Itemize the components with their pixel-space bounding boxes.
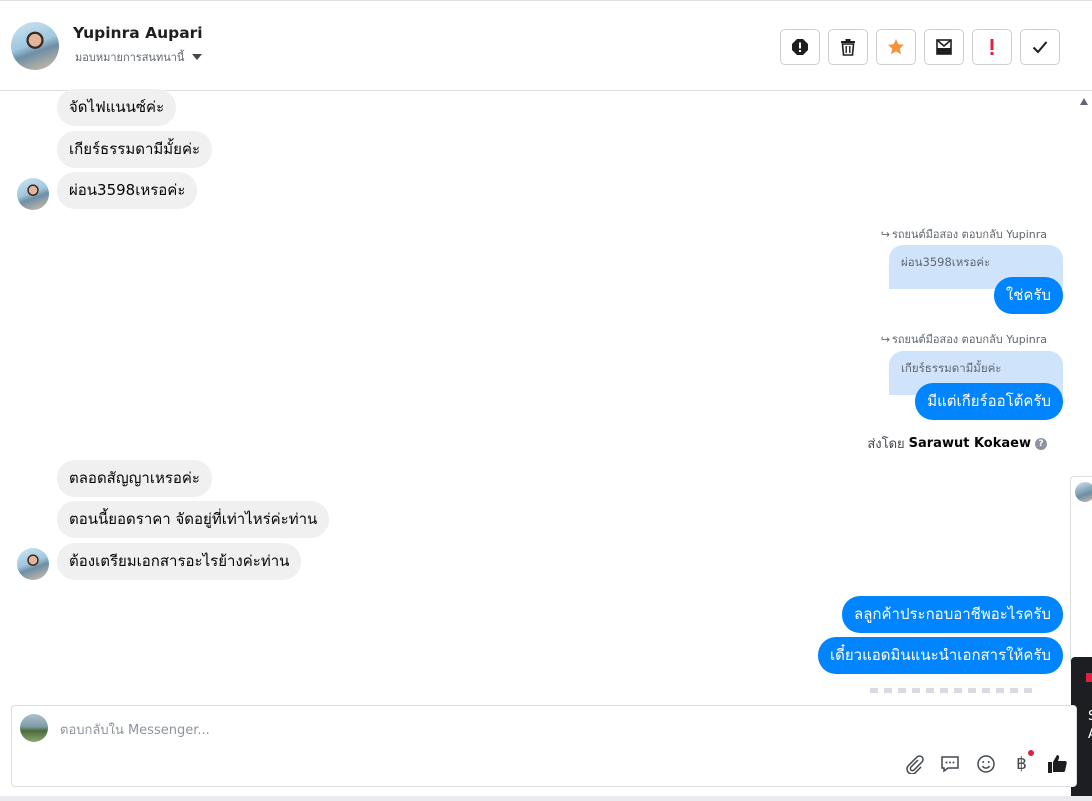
emoji-button[interactable] xyxy=(974,752,997,775)
paperclip-icon xyxy=(905,754,924,774)
contact-avatar-small[interactable] xyxy=(17,178,49,210)
help-icon[interactable]: ? xyxy=(1035,437,1047,450)
attach-button[interactable] xyxy=(902,752,925,775)
contact-name[interactable]: Yupinra Aupari xyxy=(73,24,203,42)
conversation-actions xyxy=(780,29,1060,65)
composer-tools: ฿ xyxy=(902,749,1069,775)
caret-down-icon xyxy=(192,54,203,60)
trash-icon xyxy=(841,39,855,56)
popup-text-line1: S xyxy=(1088,709,1092,724)
thumbs-up-icon xyxy=(1047,754,1067,773)
scroll-up-arrow[interactable] xyxy=(1080,98,1088,105)
incoming-message: จัดไฟแนนซ์ค่ะ xyxy=(57,89,177,126)
bottom-border xyxy=(0,796,1092,801)
cut-off-meta xyxy=(870,688,1035,693)
sender-name[interactable]: Sarawut Kokaew xyxy=(909,436,1031,451)
delete-button[interactable] xyxy=(828,29,868,65)
outgoing-message: ลลูกค้าประกอบอาชีพอะไรครับ xyxy=(842,596,1063,633)
chat-bubble-icon xyxy=(940,755,959,772)
page-avatar xyxy=(20,714,48,742)
incoming-message: ตลอดสัญญาเหรอค่ะ xyxy=(57,460,212,497)
outgoing-message: มีแต่เกียร์ออโต้ครับ xyxy=(915,383,1063,420)
reply-arrow-icon: ↪ xyxy=(880,332,890,346)
incoming-message: ตอนนี้ยอดราคา จัดอยู่ที่เท่าไหร่ค่ะท่าน xyxy=(57,501,330,538)
incoming-message: เกียร์ธรรมดามีมั้ยค่ะ xyxy=(57,131,213,168)
sent-by-line: ส่งโดย Sarawut Kokaew ? xyxy=(867,433,1047,454)
incoming-message: ผ่อน3598เหรอค่ะ xyxy=(57,172,198,209)
mark-spam-button[interactable] xyxy=(780,29,820,65)
outgoing-message: ใช่ครับ xyxy=(993,277,1063,314)
reply-meta: ↪ รถยนต์มือสอง ตอบกลับ Yupinra xyxy=(881,225,1047,243)
flag-icon xyxy=(1086,673,1092,682)
reply-arrow-icon: ↪ xyxy=(880,227,890,241)
star-button[interactable] xyxy=(876,29,916,65)
star-icon xyxy=(888,39,904,55)
smiley-icon xyxy=(976,754,995,773)
like-button[interactable] xyxy=(1046,752,1069,775)
contact-avatar[interactable] xyxy=(11,22,59,70)
assign-conversation-dropdown[interactable]: มอบหมายการสนทนานี้ xyxy=(75,48,203,66)
message-composer: ฿ xyxy=(11,705,1077,787)
conversation-header: Yupinra Aupari มอบหมายการสนทนานี้ xyxy=(0,0,1092,91)
side-panel-avatar[interactable] xyxy=(1075,482,1092,502)
notification-dot xyxy=(1027,749,1035,757)
contact-avatar-small[interactable] xyxy=(17,548,49,580)
reply-input[interactable] xyxy=(60,720,880,740)
check-icon xyxy=(1032,41,1048,54)
side-panel-card[interactable] xyxy=(1070,476,1092,666)
reply-meta-text: รถยนต์มือสอง ตอบกลับ Yupinra xyxy=(891,228,1047,241)
payment-button[interactable]: ฿ xyxy=(1010,749,1035,775)
outgoing-message: เดี๋ยวแอดมินแนะนำเอกสารให้ครับ xyxy=(818,637,1063,674)
reply-meta: ↪ รถยนต์มือสอง ตอบกลับ Yupinra xyxy=(881,330,1047,348)
popup-text-line2: A xyxy=(1088,727,1092,742)
sent-by-prefix: ส่งโดย xyxy=(867,437,905,452)
saved-replies-button[interactable] xyxy=(938,752,961,775)
mark-important-button[interactable] xyxy=(972,29,1012,65)
archive-icon xyxy=(936,39,952,55)
mark-done-button[interactable] xyxy=(1020,29,1060,65)
reply-meta-text: รถยนต์มือสอง ตอบกลับ Yupinra xyxy=(891,333,1047,346)
spam-icon xyxy=(792,39,808,55)
baht-icon: ฿ xyxy=(1016,753,1027,774)
messenger-inbox: Yupinra Aupari มอบหมายการสนทนานี้ จัดไฟแ… xyxy=(0,0,1092,801)
incoming-message: ต้องเตรียมเอกสารอะไรย้างค่ะท่าน xyxy=(57,543,302,580)
assign-label: มอบหมายการสนทนานี้ xyxy=(75,51,185,64)
important-icon xyxy=(990,39,994,55)
archive-button[interactable] xyxy=(924,29,964,65)
